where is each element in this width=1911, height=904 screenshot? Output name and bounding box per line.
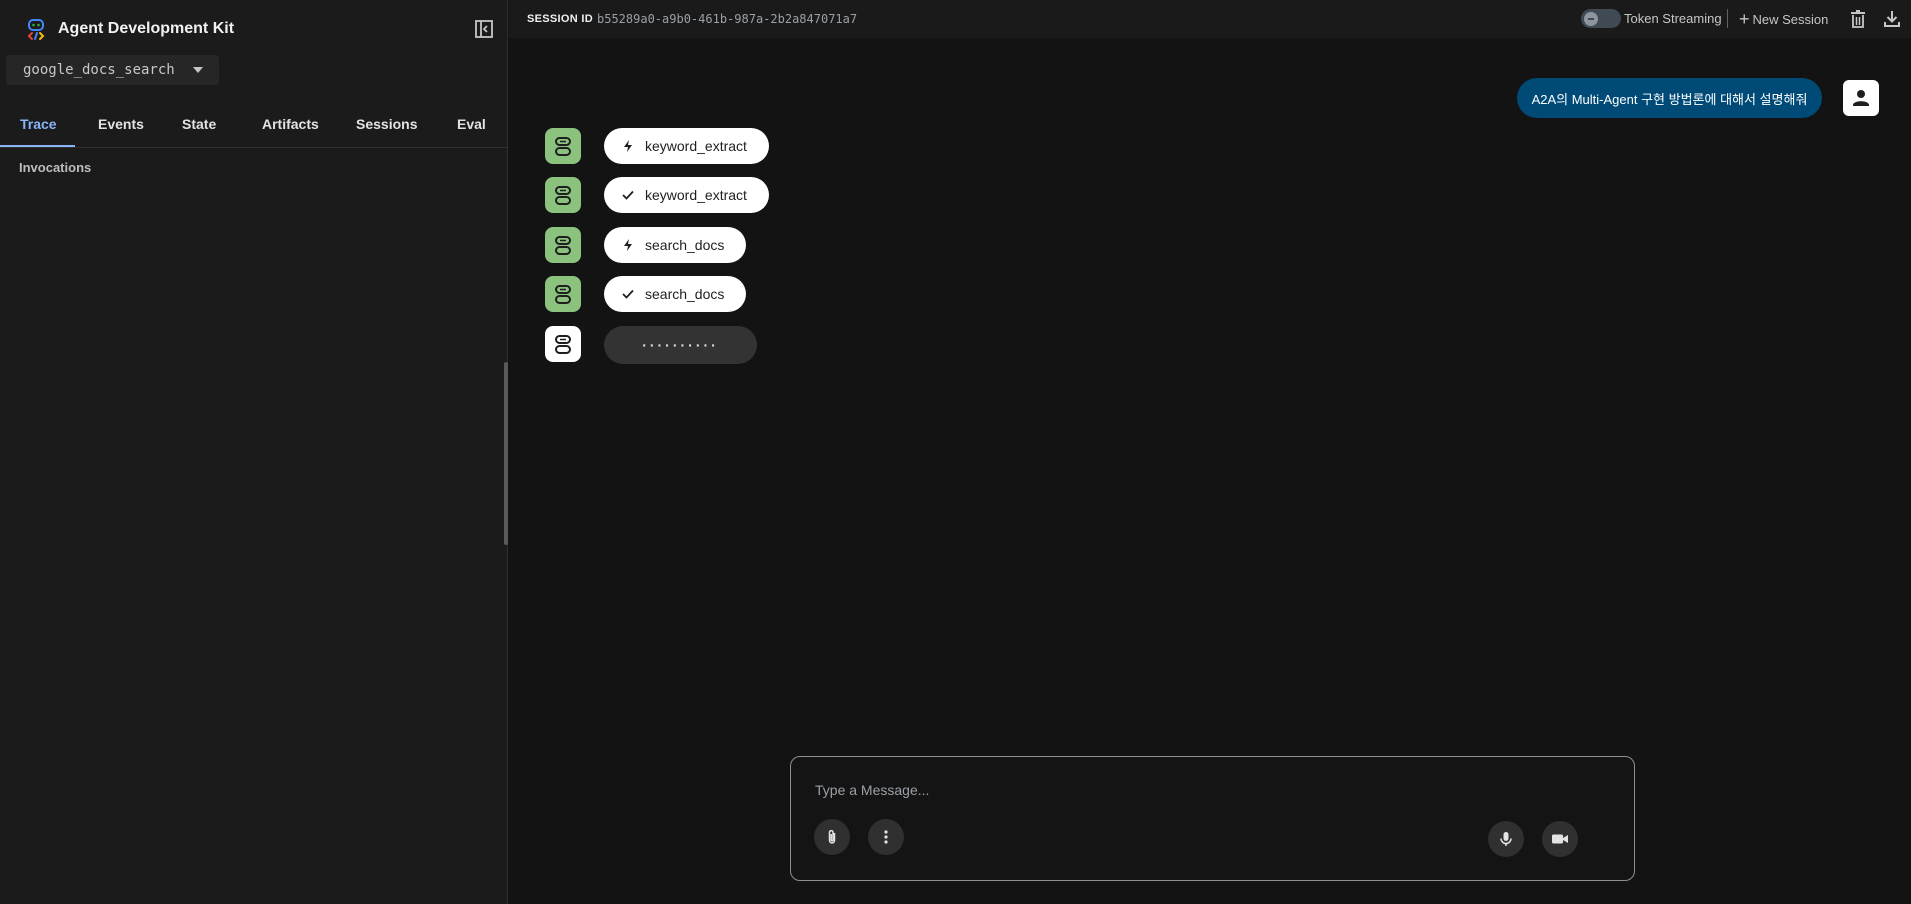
token-streaming-toggle[interactable] [1581, 9, 1621, 28]
agent-selector-value: google_docs_search [23, 62, 175, 78]
robot-icon [555, 285, 571, 304]
download-icon[interactable] [1882, 9, 1902, 29]
robot-icon [555, 186, 571, 205]
sidebar-resize-handle[interactable] [504, 362, 508, 545]
message-input[interactable]: Type a Message... [815, 782, 929, 798]
agent-selector[interactable]: google_docs_search [6, 55, 219, 85]
person-icon [1853, 90, 1869, 106]
new-session-label: New Session [1752, 11, 1829, 27]
function-call-chip[interactable]: keyword_extract [604, 128, 769, 164]
robot-icon [555, 335, 571, 354]
microphone-button[interactable] [1488, 821, 1524, 857]
more-vert-icon [884, 830, 888, 844]
tab-trace[interactable]: Trace [20, 116, 57, 132]
brand: Agent Development Kit [24, 16, 234, 42]
invocations-heading: Invocations [19, 160, 92, 175]
active-tab-indicator [0, 145, 75, 147]
chip-label: keyword_extract [645, 187, 747, 203]
toggle-knob [1584, 12, 1598, 26]
bot-avatar [545, 227, 581, 263]
robot-icon [555, 137, 571, 156]
attach-button[interactable] [814, 819, 850, 855]
tab-artifacts[interactable]: Artifacts [262, 116, 319, 132]
user-avatar [1843, 80, 1879, 116]
function-response-chip[interactable]: keyword_extract [604, 177, 769, 213]
tab-eval[interactable]: Eval [457, 116, 486, 132]
function-call-chip[interactable]: search_docs [604, 227, 747, 263]
tab-state[interactable]: State [182, 116, 216, 132]
bot-avatar [545, 326, 581, 362]
session-topbar: SESSION ID b55289a0-a9b0-461b-987a-2b2a8… [509, 0, 1911, 38]
tab-events[interactable]: Events [98, 116, 144, 132]
chip-label: keyword_extract [645, 138, 747, 154]
more-options-button[interactable] [868, 819, 904, 855]
robot-icon [555, 236, 571, 255]
token-streaming-label: Token Streaming [1624, 11, 1722, 26]
new-session-button[interactable]: + New Session [1739, 9, 1828, 29]
chip-label: search_docs [645, 237, 725, 253]
user-message-bubble: A2A의 Multi-Agent 구현 방법론에 대해서 설명해줘 [1517, 78, 1822, 118]
bot-avatar [545, 177, 581, 213]
sidebar-tabs: Trace Events State Artifacts Sessions Ev… [0, 108, 508, 148]
adk-logo [27, 19, 45, 40]
check-icon [622, 190, 634, 200]
videocam-icon [1552, 834, 1568, 844]
chip-label: search_docs [645, 286, 725, 302]
sidebar: Agent Development Kit google_docs_search… [0, 0, 508, 904]
plus-icon: + [1739, 9, 1750, 29]
bolt-icon [624, 239, 632, 251]
paperclip-icon [828, 829, 836, 844]
bolt-icon [624, 140, 632, 152]
function-response-chip[interactable]: search_docs [604, 276, 747, 312]
message-composer[interactable]: Type a Message... [790, 756, 1635, 881]
delete-icon[interactable] [1848, 9, 1868, 29]
check-icon [622, 289, 634, 299]
bot-avatar [545, 276, 581, 312]
loading-indicator: ·········· [604, 326, 757, 364]
mic-icon [1500, 832, 1512, 846]
app-title: Agent Development Kit [58, 20, 235, 37]
session-id-label: SESSION ID [527, 13, 593, 25]
collapse-sidebar-icon[interactable] [474, 19, 494, 39]
topbar-divider [1727, 9, 1728, 28]
tab-sessions[interactable]: Sessions [356, 116, 417, 132]
session-id-value: b55289a0-a9b0-461b-987a-2b2a847071a7 [597, 12, 858, 26]
bot-avatar [545, 128, 581, 164]
video-button[interactable] [1542, 821, 1578, 857]
chevron-down-icon [193, 67, 203, 73]
